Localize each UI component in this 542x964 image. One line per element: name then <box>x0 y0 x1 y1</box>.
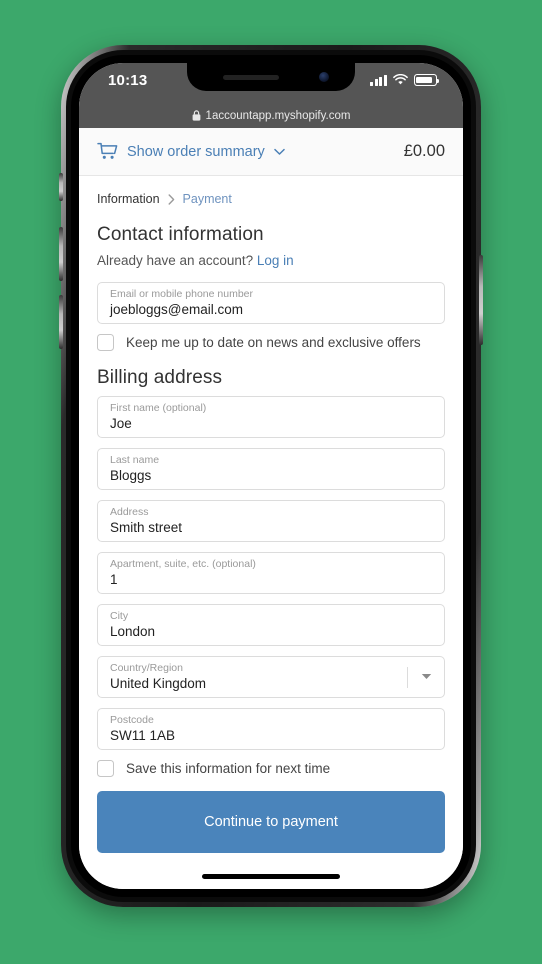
status-bar-indicators <box>370 74 439 86</box>
phone-device: 10:13 1accountapp.myshopify.com Show ord… <box>59 45 483 907</box>
address-label: Address <box>110 506 149 518</box>
continue-to-payment-button[interactable]: Continue to payment <box>97 791 445 853</box>
contact-information-heading: Contact information <box>97 224 264 245</box>
lock-icon <box>192 110 200 121</box>
address-field[interactable]: Address Smith street <box>97 500 445 542</box>
postcode-field[interactable]: Postcode SW11 1AB <box>97 708 445 750</box>
volume-up-button[interactable] <box>59 227 63 281</box>
country-region-field[interactable]: Country/Region United Kingdom <box>97 656 445 698</box>
power-button[interactable] <box>479 255 483 345</box>
newsletter-checkbox-label: Keep me up to date on news and exclusive… <box>126 335 421 350</box>
log-in-link[interactable]: Log in <box>257 253 294 268</box>
postcode-value: SW11 1AB <box>110 728 176 743</box>
newsletter-checkbox-row[interactable]: Keep me up to date on news and exclusive… <box>97 334 445 351</box>
apartment-label: Apartment, suite, etc. (optional) <box>110 558 256 570</box>
mute-switch[interactable] <box>59 173 63 201</box>
dropdown-caret-icon[interactable] <box>421 673 432 680</box>
breadcrumb-payment[interactable]: Payment <box>183 192 232 206</box>
city-field[interactable]: City London <box>97 604 445 646</box>
chevron-right-icon <box>168 193 174 205</box>
save-info-checkbox-row[interactable]: Save this information for next time <box>97 760 445 777</box>
battery-icon <box>414 74 439 86</box>
order-summary-label: Show order summary <box>127 143 265 160</box>
account-prompt: Already have an account? Log in <box>97 253 445 268</box>
status-bar: 10:13 <box>79 63 463 103</box>
first-name-label: First name (optional) <box>110 402 207 414</box>
save-info-checkbox[interactable] <box>97 760 114 777</box>
url-text: 1accountapp.myshopify.com <box>205 109 351 122</box>
breadcrumb: Information Payment <box>97 192 445 206</box>
city-value: London <box>110 624 156 639</box>
newsletter-checkbox[interactable] <box>97 334 114 351</box>
billing-address-heading: Billing address <box>97 367 223 388</box>
signal-bars-icon <box>370 74 387 86</box>
earpiece-speaker-icon <box>223 75 279 80</box>
order-total: £0.00 <box>403 142 445 160</box>
chevron-down-icon <box>274 148 285 155</box>
email-field[interactable]: Email or mobile phone number joebloggs@e… <box>97 282 445 324</box>
volume-down-button[interactable] <box>59 295 63 349</box>
phone-screen: 10:13 1accountapp.myshopify.com Show ord… <box>79 63 463 889</box>
browser-url-bar[interactable]: 1accountapp.myshopify.com <box>79 103 463 128</box>
email-field-label: Email or mobile phone number <box>110 288 253 300</box>
apartment-field[interactable]: Apartment, suite, etc. (optional) 1 <box>97 552 445 594</box>
city-label: City <box>110 610 129 622</box>
shopping-cart-icon <box>97 142 118 159</box>
status-bar-time: 10:13 <box>108 72 148 89</box>
email-field-value: joebloggs@email.com <box>110 302 244 317</box>
save-info-checkbox-label: Save this information for next time <box>126 761 331 776</box>
address-value: Smith street <box>110 520 183 535</box>
first-name-value: Joe <box>110 416 132 431</box>
checkout-page: Information Payment Contact information … <box>79 176 463 863</box>
order-summary-toggle[interactable]: Show order summary <box>97 142 404 161</box>
home-indicator[interactable] <box>79 863 463 889</box>
account-prompt-text: Already have an account? <box>97 253 254 268</box>
last-name-label: Last name <box>110 454 160 466</box>
order-summary-bar[interactable]: Show order summary £0.00 <box>79 128 463 176</box>
notch <box>187 63 355 91</box>
wifi-icon <box>393 74 408 85</box>
last-name-value: Bloggs <box>110 468 152 483</box>
breadcrumb-information[interactable]: Information <box>97 192 160 206</box>
postcode-label: Postcode <box>110 714 154 726</box>
select-divider <box>407 667 408 688</box>
last-name-field[interactable]: Last name Bloggs <box>97 448 445 490</box>
country-region-label: Country/Region <box>110 662 183 674</box>
front-camera-icon <box>319 72 329 82</box>
country-region-value: United Kingdom <box>110 676 207 691</box>
first-name-field[interactable]: First name (optional) Joe <box>97 396 445 438</box>
apartment-value: 1 <box>110 572 118 587</box>
